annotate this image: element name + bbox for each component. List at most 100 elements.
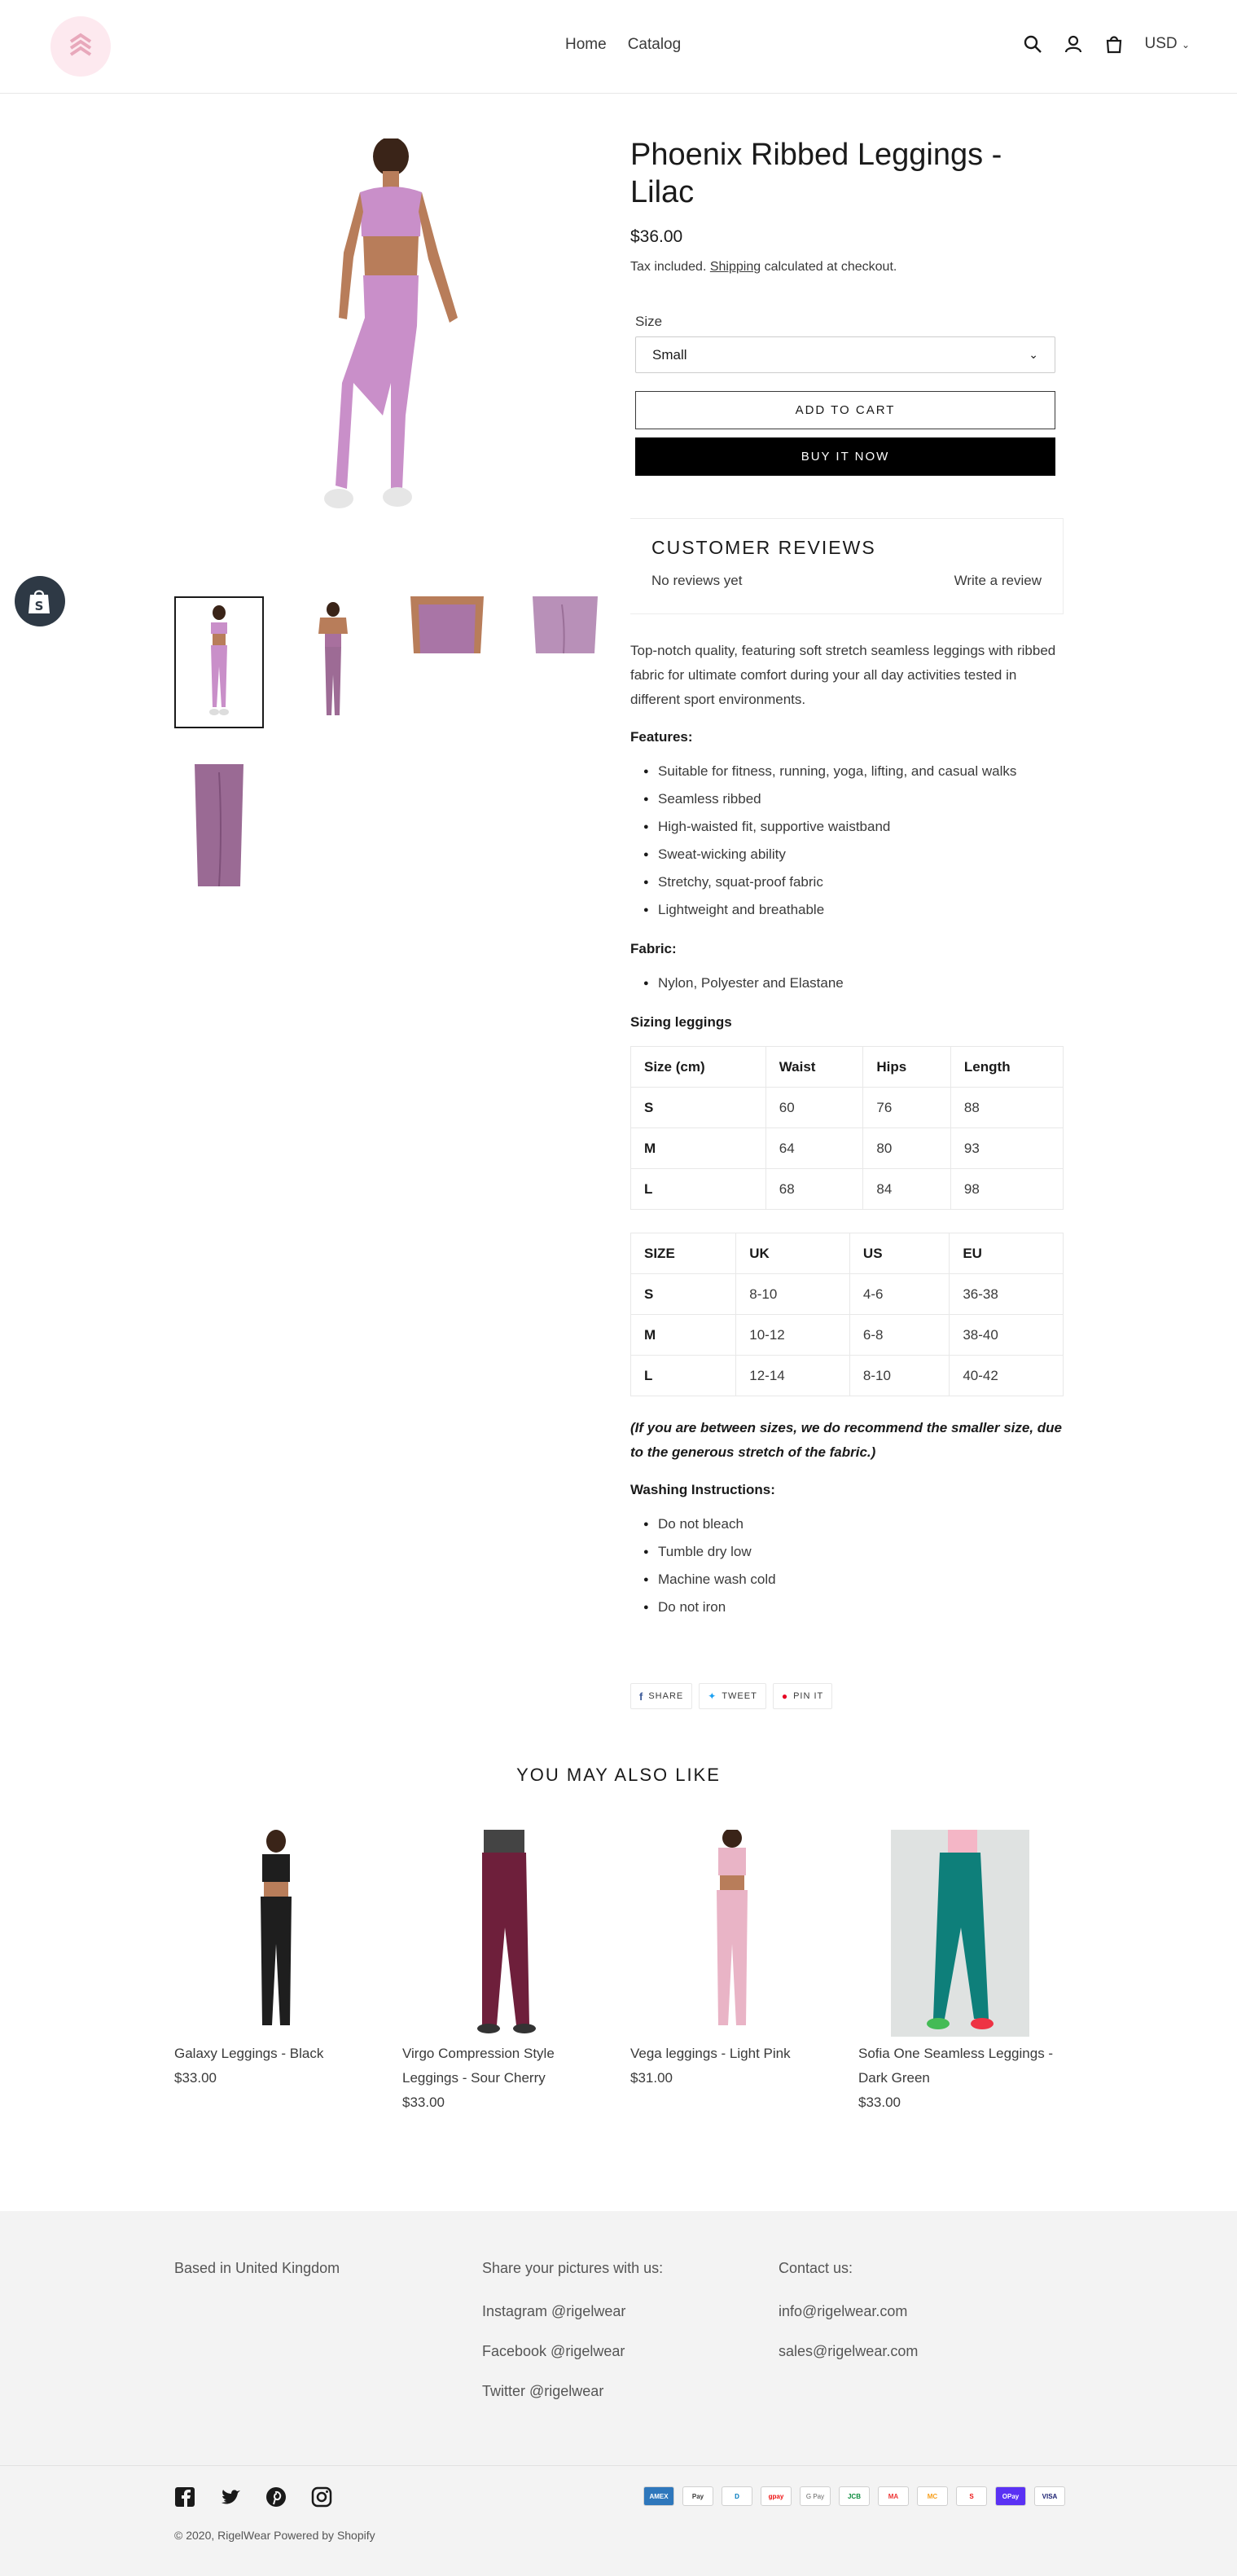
amex-icon: AMEX bbox=[643, 2486, 674, 2506]
store-logo[interactable] bbox=[50, 16, 111, 77]
table-cell: 68 bbox=[765, 1168, 864, 1210]
features-list: Suitable for fitness, running, yoga, lif… bbox=[630, 758, 1064, 924]
product-name: Galaxy Leggings - Black bbox=[174, 2046, 324, 2061]
washing-list: Do not bleach Tumble dry low Machine was… bbox=[630, 1510, 1064, 1621]
product-image bbox=[261, 1830, 292, 2025]
product-name: Sofia One Seamless Leggings - Dark Green bbox=[858, 2046, 1054, 2086]
product-image bbox=[891, 1830, 1029, 2037]
product-image bbox=[717, 1830, 748, 2025]
features-heading: Features: bbox=[630, 729, 693, 745]
thumbnail-3[interactable] bbox=[402, 596, 492, 662]
add-to-cart-button[interactable]: ADD TO CART bbox=[635, 391, 1055, 430]
related-product-2[interactable]: Virgo Compression Style Leggings - Sour … bbox=[402, 1830, 606, 2115]
product-description: Top-notch quality, featuring soft stretc… bbox=[629, 639, 1064, 1621]
table-cell: UK bbox=[735, 1233, 850, 1274]
related-product-4[interactable]: Sofia One Seamless Leggings - Dark Green… bbox=[858, 1830, 1062, 2115]
footer-divider bbox=[0, 2465, 1237, 2466]
google-pay-icon: G Pay bbox=[800, 2486, 831, 2506]
shopify-badge[interactable]: S bbox=[15, 576, 65, 626]
table-cell: 4-6 bbox=[849, 1273, 950, 1315]
svg-text:S: S bbox=[35, 599, 44, 613]
table-cell: Size (cm) bbox=[630, 1046, 766, 1088]
thumbnail-5[interactable] bbox=[174, 759, 264, 891]
table-cell: 60 bbox=[765, 1087, 864, 1128]
table-row: L 12-14 8-10 40-42 bbox=[629, 1355, 1064, 1396]
thumbnail-2[interactable] bbox=[288, 596, 378, 728]
list-item: Suitable for fitness, running, yoga, lif… bbox=[630, 758, 1064, 785]
thumbnail-1[interactable] bbox=[174, 596, 264, 728]
share-pinterest-button[interactable]: ● PIN IT bbox=[772, 1683, 833, 1709]
table-cell: S bbox=[630, 1087, 766, 1128]
facebook-icon[interactable] bbox=[174, 2486, 195, 2508]
table-cell: Waist bbox=[765, 1046, 864, 1088]
footer-facebook-link[interactable]: Facebook @rigelwear bbox=[482, 2332, 663, 2372]
product-name: Virgo Compression Style Leggings - Sour … bbox=[402, 2046, 555, 2086]
product-price: $33.00 bbox=[402, 2095, 445, 2110]
payment-icons: AMEX Pay D gpay G Pay JCB MA MC S OPay V… bbox=[643, 2486, 1065, 2506]
list-item: Lightweight and breathable bbox=[630, 896, 1064, 924]
table-row: M 64 80 93 bbox=[630, 1128, 1064, 1169]
share-buttons: f SHARE ✦ TWEET ● PIN IT bbox=[630, 1683, 833, 1709]
table-cell: Length bbox=[950, 1046, 1064, 1088]
share-label: SHARE bbox=[648, 1691, 684, 1701]
footer-twitter-link[interactable]: Twitter @rigelwear bbox=[482, 2372, 663, 2411]
shopify-bag-icon: S bbox=[29, 590, 50, 613]
share-twitter-button[interactable]: ✦ TWEET bbox=[699, 1683, 766, 1709]
footer-instagram-link[interactable]: Instagram @rigelwear bbox=[482, 2292, 663, 2332]
twitter-icon: ✦ bbox=[708, 1690, 717, 1702]
list-item: Stretchy, squat-proof fabric bbox=[630, 868, 1064, 896]
product-main-image[interactable] bbox=[269, 138, 513, 562]
list-item: Seamless ribbed bbox=[630, 785, 1064, 813]
pin-label: PIN IT bbox=[793, 1691, 824, 1701]
table-cell: L bbox=[629, 1355, 737, 1396]
footer-social-icons bbox=[174, 2486, 332, 2508]
pinterest-icon[interactable] bbox=[265, 2486, 287, 2508]
footer-col-location: Based in United Kingdom bbox=[174, 2249, 340, 2288]
nav-home[interactable]: Home bbox=[565, 36, 607, 54]
currency-selector[interactable]: USD ⌄ bbox=[1145, 35, 1190, 53]
table-cell: SIZE bbox=[629, 1233, 737, 1274]
footer-email-info[interactable]: info@rigelwear.com bbox=[779, 2292, 918, 2332]
table-cell: 93 bbox=[950, 1128, 1064, 1169]
size-table-cm: Size (cm) Waist Hips Length S 60 76 88 M… bbox=[630, 1046, 1064, 1210]
related-product-1[interactable]: Galaxy Leggings - Black $33.00 bbox=[174, 1830, 378, 2090]
shipping-link[interactable]: Shipping bbox=[710, 260, 761, 274]
nav-catalog[interactable]: Catalog bbox=[628, 36, 682, 54]
share-facebook-button[interactable]: f SHARE bbox=[630, 1683, 693, 1709]
cart-icon[interactable] bbox=[1104, 34, 1124, 54]
visa-icon: VISA bbox=[1034, 2486, 1065, 2506]
list-item: Nylon, Polyester and Elastane bbox=[630, 969, 1064, 997]
product-price: $33.00 bbox=[858, 2095, 901, 2110]
jcb-icon: JCB bbox=[839, 2486, 870, 2506]
search-icon[interactable] bbox=[1023, 34, 1042, 54]
sizing-note: (If you are between sizes, we do recomme… bbox=[630, 1420, 1063, 1460]
write-review-link[interactable]: Write a review bbox=[954, 573, 1042, 589]
twitter-icon[interactable] bbox=[220, 2486, 241, 2508]
table-cell: 36-38 bbox=[949, 1273, 1064, 1315]
site-footer: Based in United Kingdom Share your pictu… bbox=[0, 2211, 1237, 2576]
table-cell: M bbox=[630, 1128, 766, 1169]
main-nav: Home Catalog bbox=[565, 36, 681, 54]
chevron-down-icon: ⌄ bbox=[1181, 39, 1190, 51]
footer-location-text: Based in United Kingdom bbox=[174, 2260, 340, 2276]
related-product-3[interactable]: Vega leggings - Light Pink $31.00 bbox=[630, 1830, 834, 2090]
table-cell: M bbox=[629, 1314, 737, 1356]
facebook-icon: f bbox=[639, 1690, 644, 1703]
buy-now-button[interactable]: BUY IT NOW bbox=[635, 437, 1055, 477]
list-item: Do not bleach bbox=[630, 1510, 1064, 1538]
product-title: Phoenix Ribbed Leggings - Lilac bbox=[630, 138, 1002, 209]
thumbnail-4[interactable] bbox=[516, 596, 606, 662]
pinterest-icon: ● bbox=[781, 1690, 789, 1702]
table-cell: L bbox=[630, 1168, 766, 1210]
product-price: $31.00 bbox=[630, 2070, 673, 2086]
account-icon[interactable] bbox=[1064, 34, 1083, 54]
size-select[interactable]: Small ⌄ bbox=[635, 336, 1055, 374]
footer-email-sales[interactable]: sales@rigelwear.com bbox=[779, 2332, 918, 2372]
table-row: SIZE UK US EU bbox=[629, 1233, 1064, 1274]
list-item: Tumble dry low bbox=[630, 1538, 1064, 1566]
product-price: $33.00 bbox=[174, 2070, 217, 2086]
instagram-icon[interactable] bbox=[311, 2486, 332, 2508]
site-header: Home Catalog USD ⌄ bbox=[0, 0, 1237, 94]
table-cell: 98 bbox=[950, 1168, 1064, 1210]
product-price: $36.00 bbox=[630, 227, 683, 247]
